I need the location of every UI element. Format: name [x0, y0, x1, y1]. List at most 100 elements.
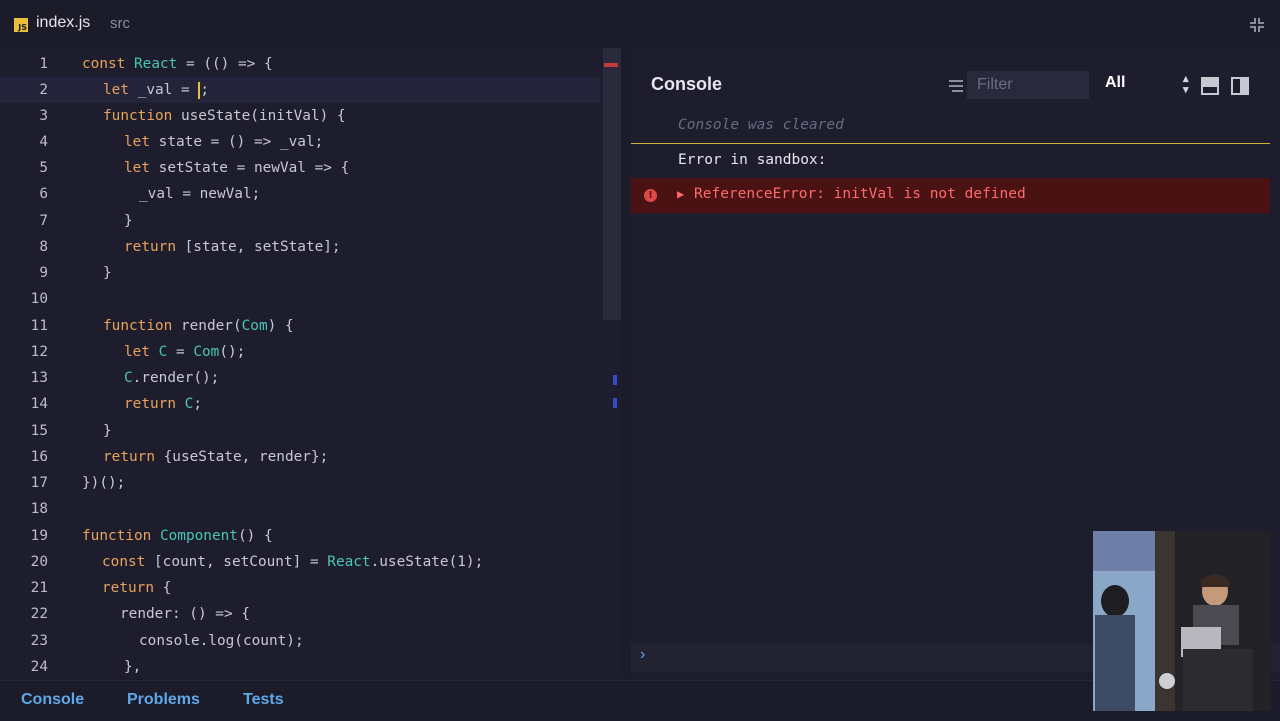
tab-console[interactable]: Console — [21, 691, 84, 709]
code-token: () { — [237, 528, 273, 544]
code-line: 1 const React = (() => { — [0, 51, 600, 77]
line-number: 2 — [39, 82, 48, 98]
code-token: return — [124, 396, 176, 412]
code-token: function — [103, 318, 173, 334]
line-number: 14 — [30, 396, 48, 412]
expand-triangle-icon[interactable]: ▶ — [677, 187, 684, 201]
code-line: 23 console.log(count); — [0, 628, 600, 654]
code-token: ; — [200, 82, 209, 98]
line-number: 11 — [30, 318, 48, 334]
code-token: .useState(1); — [370, 554, 484, 570]
code-token: ; — [193, 396, 202, 412]
code-line: 5 let setState = newVal => { — [0, 155, 600, 181]
code-token: } — [103, 265, 112, 281]
code-line: 21 return { — [0, 575, 600, 601]
code-line: 3 function useState(initVal) { — [0, 103, 600, 129]
line-number: 6 — [39, 186, 48, 202]
error-heading: Error in sandbox: — [678, 152, 827, 168]
code-token: } — [124, 213, 133, 229]
code-token: render( — [172, 318, 242, 334]
code-line: 22 render: () => { — [0, 601, 600, 627]
code-token: const — [82, 56, 126, 72]
line-number: 13 — [30, 370, 48, 386]
line-number: 23 — [30, 633, 48, 649]
code-line: 9} — [0, 260, 600, 286]
code-token: state = () => _val; — [150, 134, 324, 150]
console-filter-input[interactable] — [967, 71, 1089, 99]
code-token: [state, setState]; — [175, 239, 341, 255]
error-marker — [604, 63, 618, 67]
code-token: function — [82, 528, 152, 544]
tab-tests[interactable]: Tests — [243, 691, 284, 709]
line-number: 7 — [39, 213, 48, 229]
code-token: C — [150, 344, 168, 360]
webcam-image — [1093, 531, 1271, 711]
code-line: 12 let C = Com(); — [0, 339, 600, 365]
code-token: C — [175, 396, 194, 412]
tab-problems[interactable]: Problems — [127, 691, 200, 709]
collapse-icon[interactable] — [1248, 16, 1266, 34]
code-token: let — [103, 82, 129, 98]
line-number: 3 — [39, 108, 48, 124]
code-token: ) { — [267, 318, 294, 334]
line-number: 1 — [39, 56, 48, 72]
scroll-marker — [613, 375, 617, 385]
code-token: useState(initVal) { — [172, 108, 346, 124]
layout-vertical-icon[interactable] — [1231, 77, 1249, 95]
chevron-updown-icon: ▴ ▾ — [1183, 73, 1189, 96]
line-number: 9 — [39, 265, 48, 281]
code-line: 16 return {useState, render}; — [0, 444, 600, 470]
code-line: 6 _val = newVal; — [0, 181, 600, 207]
line-number: 21 — [30, 580, 48, 596]
code-editor[interactable]: 1 const React = (() => { 2 let _val = ; 3 f… — [0, 48, 622, 678]
code-token: (); — [219, 344, 246, 360]
line-number: 4 — [39, 134, 48, 150]
code-line: 18 — [0, 496, 600, 522]
code-token: return — [102, 580, 154, 596]
code-line: 15} — [0, 418, 600, 444]
code-token: setState = newVal => { — [150, 160, 350, 176]
code-line-active: 2 let _val = ; — [0, 77, 600, 103]
code-line: 8 return [state, setState]; — [0, 234, 600, 260]
code-token: console.log(count); — [139, 633, 304, 649]
layout-horizontal-icon[interactable] — [1201, 77, 1219, 95]
code-line: 13 C.render(); — [0, 365, 600, 391]
filter-icon — [949, 80, 963, 92]
line-number: 24 — [30, 659, 48, 675]
code-token: let — [124, 344, 150, 360]
error-icon: ! — [644, 189, 657, 202]
line-number: 12 — [30, 344, 48, 360]
log-level-select[interactable]: All ▴ ▾ — [1105, 74, 1195, 98]
code-token: let — [124, 134, 150, 150]
code-token: Com — [193, 344, 220, 360]
file-tab-folder: src — [110, 15, 130, 32]
line-number: 10 — [30, 291, 48, 307]
error-row[interactable]: ! ▶ ReferenceError: initVal is not defin… — [631, 178, 1270, 213]
editor-tab-bar: JS index.js src — [0, 0, 1280, 48]
webcam-overlay — [1093, 531, 1271, 711]
code-token: const — [102, 554, 146, 570]
code-token: {useState, render}; — [154, 449, 329, 465]
code-token: [count, setCount] = — [145, 554, 328, 570]
line-number: 17 — [30, 475, 48, 491]
bottom-tab-bar: Console Problems Tests — [0, 680, 1280, 721]
code-line: 11 function render(Com) { — [0, 313, 600, 339]
editor-scrollbar[interactable] — [603, 48, 621, 320]
code-token: = (() => { — [177, 56, 273, 72]
code-token: _val = newVal; — [139, 186, 261, 202]
code-token: React — [327, 554, 371, 570]
line-number: 18 — [30, 501, 48, 517]
code-token: C — [124, 370, 133, 386]
line-number: 20 — [30, 554, 48, 570]
code-token: _val = — [129, 82, 199, 98]
console-header: Console All ▴▾ — [631, 48, 1280, 122]
code-token: render: () => { — [120, 606, 250, 622]
code-line: 10 — [0, 286, 600, 312]
code-token: .render(); — [132, 370, 220, 386]
code-token: let — [124, 160, 150, 176]
line-number: 5 — [39, 160, 48, 176]
console-cleared-message: Console was cleared — [678, 117, 844, 133]
line-number: 22 — [30, 606, 48, 622]
code-token: Com — [241, 318, 268, 334]
file-tab-name[interactable]: index.js — [36, 14, 90, 32]
